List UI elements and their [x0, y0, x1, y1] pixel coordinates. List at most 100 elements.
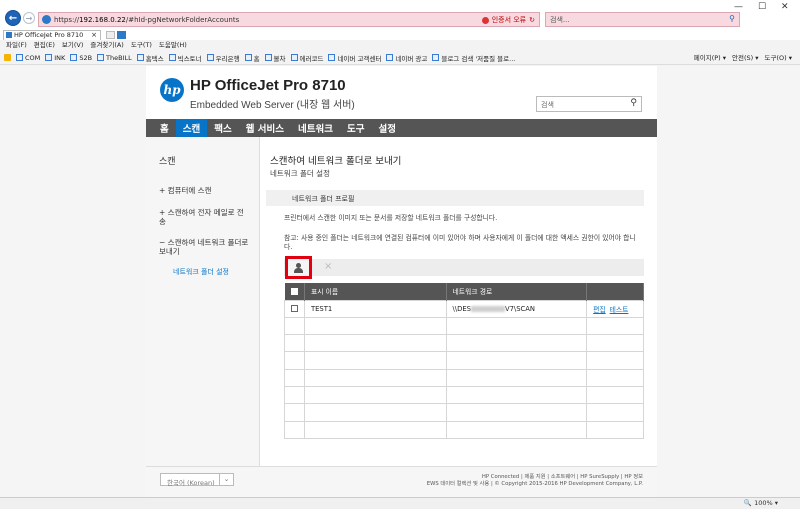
- menu-favorites[interactable]: 즐겨찾기(A): [90, 40, 123, 51]
- nav-fax[interactable]: 팩스: [207, 119, 238, 137]
- sidebar-item-scan-to-computer[interactable]: + 컴퓨터에 스캔: [159, 186, 249, 195]
- select-all-checkbox[interactable]: [290, 287, 298, 295]
- row-network-path: \\DES V7\SCAN: [445, 299, 588, 318]
- hp-logo: hp: [160, 78, 184, 102]
- col-network-path[interactable]: 네트워크 경로: [446, 283, 588, 300]
- search-icon[interactable]: ⚲: [630, 98, 637, 108]
- error-icon: [481, 16, 489, 24]
- edit-link[interactable]: 편집: [593, 306, 606, 314]
- nav-network[interactable]: 네트워크: [291, 119, 340, 137]
- menu-edit[interactable]: 편집(E): [34, 40, 55, 51]
- product-name: HP OfficeJet Pro 8710: [190, 77, 346, 94]
- maximize-button[interactable]: ☐: [758, 2, 766, 12]
- delete-icon[interactable]: ×: [324, 261, 332, 272]
- ews-panel: hp HP OfficeJet Pro 8710 Embedded Web Se…: [146, 66, 657, 497]
- fav-item[interactable]: 우리은행: [206, 53, 240, 63]
- chevron-down-icon[interactable]: ⌄: [219, 474, 233, 485]
- table-row: [284, 351, 644, 370]
- row-checkbox-cell: [284, 299, 305, 318]
- command-bar: 페이지(P) ▾ 안전(S) ▾ 도구(O) ▾: [694, 52, 792, 64]
- search-icon[interactable]: ⚲: [729, 14, 735, 23]
- cmd-safety[interactable]: 안전(S) ▾: [732, 52, 759, 64]
- product-subtitle: Embedded Web Server (내장 웹 서버): [190, 100, 355, 111]
- fav-item[interactable]: 블로그 검색 '저품질 블로...: [432, 53, 515, 63]
- cmd-tools[interactable]: 도구(O) ▾: [765, 52, 792, 64]
- ews-search-input[interactable]: 검색 ⚲: [536, 96, 642, 112]
- tab-strip: HP OfficeJet Pro 8710 ×: [0, 30, 800, 40]
- row-actions: 편집 테스트: [586, 299, 644, 318]
- fav-item[interactable]: S2B: [70, 54, 92, 62]
- add-folder-button[interactable]: [285, 256, 312, 279]
- table-row: [284, 403, 644, 422]
- menu-tools[interactable]: 도구(T): [131, 40, 152, 51]
- main-content: 스캔하여 네트워크 폴더로 보내기 네트워크 폴더 설정 네트워크 폴더 프로필…: [260, 137, 657, 466]
- menu-bar: 파일(F) 편집(E) 보기(V) 즐겨찾기(A) 도구(T) 도움말(H): [0, 40, 800, 51]
- row-checkbox[interactable]: [291, 305, 298, 313]
- table-row: [284, 334, 644, 353]
- footer-links: HP Connected | 제품 지원 | 소프트웨어 | HP SureSu…: [427, 474, 643, 488]
- new-tab-button[interactable]: [106, 31, 115, 39]
- fav-item[interactable]: TheBILL: [97, 54, 132, 62]
- col-display-name[interactable]: 표시 이름: [304, 283, 447, 300]
- sidebar-item-scan-to-network-folder[interactable]: − 스캔하여 네트워크 폴더로 보내기: [159, 238, 249, 256]
- favorites-bar: COM INK S2B TheBILL 홈텍스 빅스토너 우리은행 홈 볼차 에…: [0, 51, 800, 65]
- nav-home[interactable]: 홈: [153, 119, 176, 137]
- ie-icon: [42, 15, 51, 24]
- sidebar: 스캔 + 컴퓨터에 스캔 + 스캔하여 전자 메일로 전송 − 스캔하여 네트워…: [146, 137, 260, 466]
- menu-file[interactable]: 파일(F): [6, 40, 27, 51]
- browser-search-input[interactable]: 검색... ⚲: [545, 12, 740, 27]
- col-actions: [586, 283, 644, 300]
- description-text: 프린터에서 스캔한 이미지 또는 문서를 저장할 네트워크 폴더를 구성합니다.: [284, 214, 498, 222]
- forward-button[interactable]: →: [23, 12, 35, 24]
- table-row: [284, 420, 644, 439]
- back-button[interactable]: ←: [5, 10, 21, 26]
- fav-item[interactable]: INK: [45, 54, 65, 62]
- nav-scan[interactable]: 스캔: [175, 119, 208, 137]
- browser-titlebar: ← → https://192.168.0.22/#hId-pgNetworkF…: [0, 0, 800, 30]
- note-text: 참고: 사용 중인 폴더는 네트워크에 연결된 컴퓨터에 이미 있어야 하며 사…: [284, 234, 636, 251]
- table-row: [284, 368, 644, 387]
- row-display-name: TEST1: [303, 299, 447, 318]
- page-icon: [6, 32, 12, 38]
- select-all-cell: [284, 283, 305, 300]
- fav-item[interactable]: 네이버 광고: [386, 53, 427, 63]
- cmd-page[interactable]: 페이지(P) ▾: [694, 52, 726, 64]
- sidebar-item-scan-to-email[interactable]: + 스캔하여 전자 메일로 전송: [159, 208, 249, 226]
- footer-link-row[interactable]: HP Connected | 제품 지원 | 소프트웨어 | HP SureSu…: [427, 474, 643, 481]
- table-row: [284, 385, 644, 405]
- language-select[interactable]: 한국어 (Korean) ⌄: [160, 473, 234, 487]
- fav-item[interactable]: 에러코드: [290, 53, 323, 63]
- menu-view[interactable]: 보기(V): [62, 40, 83, 51]
- minimize-button[interactable]: —: [734, 2, 743, 12]
- nav-tools[interactable]: 도구: [340, 119, 371, 137]
- zoom-level[interactable]: 🔍 100% ▾: [744, 499, 778, 507]
- address-bar[interactable]: https://192.168.0.22/#hId-pgNetworkFolde…: [38, 12, 540, 27]
- ews-nav: 홈 스캔 팩스 웹 서비스 네트워크 도구 설정: [146, 119, 657, 137]
- nav-settings[interactable]: 설정: [371, 119, 402, 137]
- fav-item[interactable]: 홈텍스: [136, 53, 164, 63]
- sidebar-item-network-folder-setup[interactable]: 네트워크 폴더 설정: [173, 267, 229, 277]
- menu-help[interactable]: 도움말(H): [159, 40, 187, 51]
- fav-item[interactable]: 네이버 고객센터: [328, 53, 381, 63]
- cert-error-badge[interactable]: 인증서 오류 ↻: [481, 15, 535, 25]
- page-area: hp HP OfficeJet Pro 8710 Embedded Web Se…: [0, 66, 800, 497]
- favorites-star-icon[interactable]: [4, 54, 11, 61]
- browser-tab[interactable]: HP OfficeJet Pro 8710 ×: [3, 30, 101, 40]
- close-window-button[interactable]: ✕: [781, 2, 789, 12]
- table-row: TEST1 \\DES V7\SCAN 편집 테스트: [284, 299, 644, 318]
- tab-close-icon[interactable]: ×: [91, 31, 97, 40]
- ews-footer: 한국어 (Korean) ⌄ HP Connected | 제품 지원 | 소프…: [146, 466, 657, 497]
- sidebar-title: 스캔: [159, 157, 176, 167]
- fav-item[interactable]: COM: [16, 54, 40, 62]
- fav-item[interactable]: 홈: [244, 53, 260, 63]
- nav-web-services[interactable]: 웹 서비스: [239, 119, 291, 137]
- redacted-text: [470, 305, 505, 312]
- fav-item[interactable]: 볼차: [264, 53, 286, 63]
- ie-page-icon: [117, 31, 126, 39]
- status-bar: 🔍 100% ▾: [0, 497, 800, 509]
- page-subtitle: 네트워크 폴더 설정: [270, 169, 330, 178]
- test-link[interactable]: 테스트: [610, 306, 629, 314]
- fav-item[interactable]: 빅스토너: [168, 53, 202, 63]
- table-toolbar: ×: [284, 256, 644, 279]
- copyright-text: EWS 데이터 컬렉션 및 사용 | © Copyright 2015-2016…: [426, 481, 643, 487]
